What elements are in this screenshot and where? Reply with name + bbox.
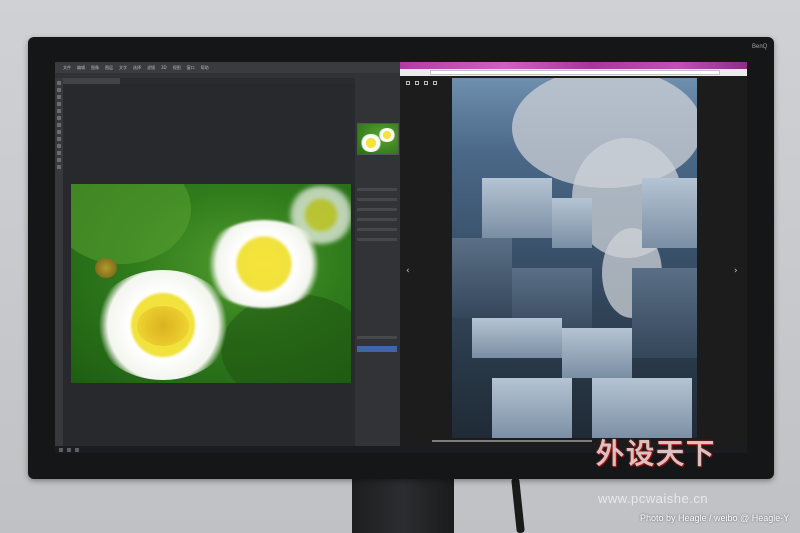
marquee-tool-icon[interactable] bbox=[57, 88, 61, 92]
watermark-logo: 外设天下 bbox=[596, 437, 717, 470]
menu-window[interactable]: 窗口 bbox=[187, 65, 195, 71]
browser-tab-strip[interactable] bbox=[400, 62, 747, 69]
monitor-brand-logo: BenQ bbox=[752, 44, 768, 50]
eyedropper-tool-icon[interactable] bbox=[57, 109, 61, 113]
image-viewer: ‹ › bbox=[400, 76, 747, 446]
photoshop-toolbar bbox=[55, 78, 63, 448]
city-photo bbox=[452, 78, 697, 440]
fullscreen-icon[interactable] bbox=[406, 81, 410, 85]
eraser-tool-icon[interactable] bbox=[57, 130, 61, 134]
photoshop-window: 文件 编辑 图像 图层 文字 选择 滤镜 3D 视图 窗口 帮助 bbox=[55, 62, 408, 448]
previous-arrow-icon[interactable]: ‹ bbox=[406, 266, 410, 276]
photoshop-panels bbox=[355, 78, 400, 446]
next-arrow-icon[interactable]: › bbox=[734, 266, 738, 276]
hand-tool-icon[interactable] bbox=[57, 158, 61, 162]
url-field[interactable] bbox=[430, 70, 720, 75]
flower-photo bbox=[71, 184, 351, 383]
taskbar-app-icon[interactable] bbox=[67, 447, 71, 452]
brush-tool-icon[interactable] bbox=[57, 116, 61, 120]
monitor-screen: 文件 编辑 图像 图层 文字 选择 滤镜 3D 视图 窗口 帮助 ‹ › bbox=[55, 62, 747, 453]
monitor-stand bbox=[352, 478, 454, 533]
gradient-tool-icon[interactable] bbox=[57, 137, 61, 141]
zoom-tool-icon[interactable] bbox=[57, 165, 61, 169]
crop-tool-icon[interactable] bbox=[57, 102, 61, 106]
text-tool-icon[interactable] bbox=[57, 151, 61, 155]
navigator-thumbnail[interactable] bbox=[357, 123, 399, 155]
lasso-tool-icon[interactable] bbox=[57, 95, 61, 99]
menu-filter[interactable]: 滤镜 bbox=[147, 65, 155, 71]
photo-credit: Photo by Heagle / weibo @ Heagle-Y bbox=[640, 513, 790, 523]
taskbar-app-icon[interactable] bbox=[75, 447, 79, 452]
layer-background[interactable] bbox=[357, 346, 397, 352]
browser-window: ‹ › bbox=[400, 62, 747, 446]
save-icon[interactable] bbox=[424, 81, 428, 85]
menu-help[interactable]: 帮助 bbox=[201, 65, 209, 71]
canvas-area[interactable] bbox=[63, 84, 355, 446]
watermark-url: www.pcwaishe.cn bbox=[598, 491, 709, 506]
browser-address-bar bbox=[400, 69, 747, 76]
menu-select[interactable]: 选择 bbox=[133, 65, 141, 71]
menu-3d[interactable]: 3D bbox=[161, 65, 167, 70]
menu-file[interactable]: 文件 bbox=[63, 65, 71, 71]
menu-layer[interactable]: 图层 bbox=[105, 65, 113, 71]
monitor-cable bbox=[511, 477, 525, 533]
photoshop-menubar: 文件 编辑 图像 图层 文字 选择 滤镜 3D 视图 窗口 帮助 bbox=[55, 62, 408, 73]
start-icon[interactable] bbox=[59, 447, 63, 452]
menu-image[interactable]: 图像 bbox=[91, 65, 99, 71]
grid-icon[interactable] bbox=[415, 81, 419, 85]
edit-icon[interactable] bbox=[433, 81, 437, 85]
stamp-tool-icon[interactable] bbox=[57, 123, 61, 127]
pen-tool-icon[interactable] bbox=[57, 144, 61, 148]
menu-type[interactable]: 文字 bbox=[119, 65, 127, 71]
menu-view[interactable]: 视图 bbox=[173, 65, 181, 71]
move-tool-icon[interactable] bbox=[57, 81, 61, 85]
menu-edit[interactable]: 编辑 bbox=[77, 65, 85, 71]
viewer-toolbar bbox=[406, 81, 437, 85]
